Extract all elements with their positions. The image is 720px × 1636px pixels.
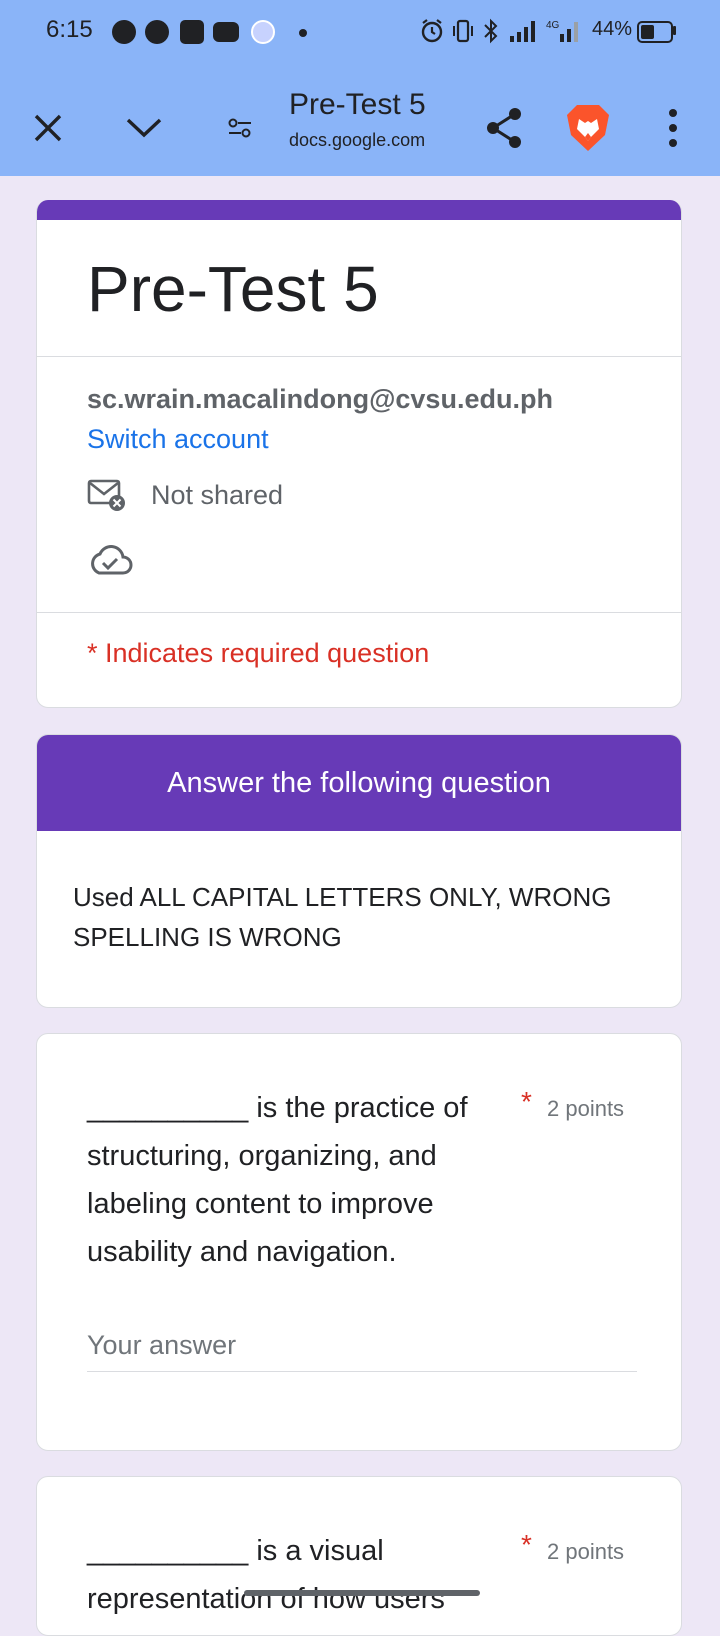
svg-text:4G: 4G — [546, 20, 560, 31]
shopee-icon — [145, 20, 169, 44]
signal-icon — [510, 21, 535, 42]
question-card: __________ is the practice of structurin… — [36, 1033, 682, 1451]
share-button[interactable] — [474, 98, 534, 158]
question-points: 2 points — [547, 1539, 625, 1564]
page-url[interactable]: docs.google.com — [289, 130, 425, 151]
battery-icon — [637, 21, 673, 43]
status-bar: 6:15 4G 44% — [0, 0, 720, 64]
divider — [37, 612, 681, 613]
required-asterisk: * — [521, 1529, 532, 1560]
not-shared-label: Not shared — [151, 480, 284, 510]
answer-input[interactable] — [87, 1330, 637, 1372]
question-card: __________ is a visual representation of… — [36, 1476, 682, 1636]
section-title: Answer the following question — [37, 735, 681, 831]
app-notification-icon — [251, 20, 275, 44]
more-vert-icon — [669, 109, 677, 147]
close-button[interactable] — [18, 98, 78, 158]
4g-signal-icon: 4G — [546, 20, 578, 42]
header-accent-band — [37, 200, 681, 220]
close-icon — [34, 114, 62, 142]
browser-toolbar: Pre-Test 5 docs.google.com — [0, 80, 720, 176]
question-text: __________ is the practice of structurin… — [87, 1092, 468, 1268]
required-asterisk: * — [521, 1086, 532, 1117]
brave-lion-icon — [567, 105, 609, 151]
section-description: Used ALL CAPITAL LETTERS ONLY, WRONG SPE… — [73, 882, 612, 952]
youtube-icon — [213, 22, 239, 42]
email-not-shared-icon — [87, 479, 125, 511]
minimize-button[interactable] — [114, 98, 174, 158]
brave-rewards-button[interactable] — [558, 98, 618, 158]
more-notifications-icon — [299, 29, 307, 37]
messenger-icon — [112, 20, 136, 44]
status-time: 6:15 — [46, 16, 93, 43]
bluetooth-icon — [484, 18, 498, 44]
shopping-bag-icon — [180, 20, 204, 44]
share-icon — [487, 108, 521, 148]
more-options-button[interactable] — [643, 98, 703, 158]
alarm-icon — [421, 19, 443, 43]
battery-tip — [673, 26, 676, 35]
gesture-bar[interactable] — [244, 1590, 480, 1596]
account-email: sc.wrain.macalindong@cvsu.edu.ph — [87, 384, 553, 414]
cloud-saved-icon — [91, 545, 133, 575]
page-title: Pre-Test 5 — [289, 88, 426, 121]
required-note: * Indicates required question — [87, 638, 430, 668]
battery-percent: 44% — [592, 18, 633, 40]
question-text: __________ is a visual representation of… — [87, 1535, 445, 1615]
top-bar: 6:15 4G 44% Pre-Test 5 docs.google.com — [0, 0, 720, 176]
site-settings-icon — [228, 118, 251, 138]
form-title: Pre-Test 5 — [87, 253, 379, 325]
vibrate-icon — [453, 19, 473, 43]
form-header-card: Pre-Test 5 sc.wrain.macalindong@cvsu.edu… — [36, 200, 682, 708]
section-card: Answer the following question Used ALL C… — [36, 734, 682, 1008]
switch-account-link[interactable]: Switch account — [87, 424, 269, 455]
divider — [37, 356, 681, 357]
question-points: 2 points — [547, 1096, 625, 1121]
site-settings-button[interactable] — [210, 98, 270, 158]
chevron-down-icon — [126, 118, 162, 138]
